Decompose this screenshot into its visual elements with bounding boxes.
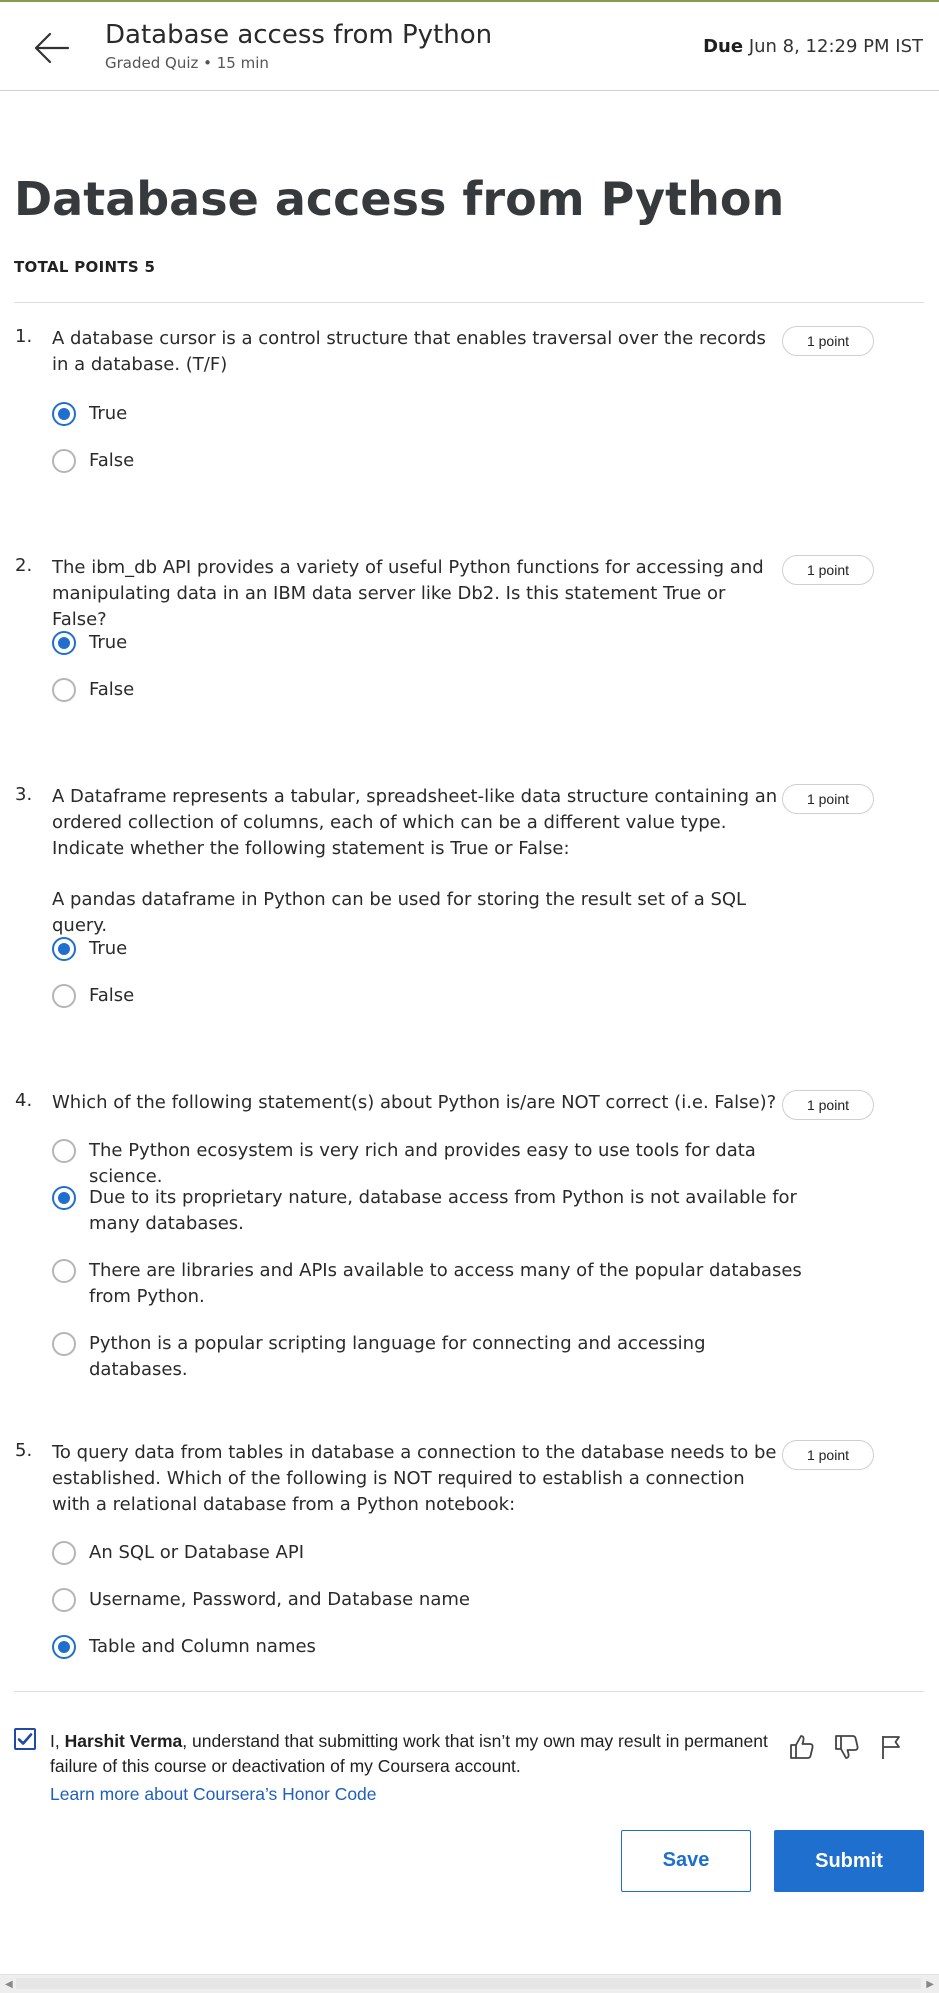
question-statement: A pandas dataframe in Python can be used… (52, 889, 747, 936)
points-badge: 1 point (782, 1440, 874, 1470)
report-flag-button[interactable] (876, 1732, 906, 1762)
scroll-left-arrow-icon[interactable]: ◀ (5, 1979, 13, 1990)
points-badge: 1 point (782, 326, 874, 356)
like-button[interactable] (787, 1732, 817, 1762)
honor-checkbox[interactable] (14, 1728, 36, 1750)
question-number: 1. (15, 326, 33, 347)
honor-statement: I, Harshit Verma, understand that submit… (50, 1729, 790, 1779)
question-text: The ibm_db API provides a variety of use… (52, 557, 764, 630)
page-title: Database access from Python (14, 172, 785, 226)
option-label: True (89, 938, 128, 959)
option-label: Due to its proprietary nature, database … (89, 1187, 797, 1234)
option-label: The Python ecosystem is very rich and pr… (89, 1140, 756, 1187)
thumbs-down-icon (835, 1735, 859, 1759)
option-label: There are libraries and APIs available t… (89, 1260, 802, 1307)
flag-icon (882, 1736, 900, 1759)
question-number: 4. (15, 1090, 33, 1111)
honor-prefix: I, (50, 1731, 65, 1751)
learner-name: Harshit Verma (64, 1731, 183, 1751)
question-text: To query data from tables in database a … (52, 1442, 777, 1515)
radio-button[interactable] (52, 1139, 76, 1163)
question-text: Which of the following statement(s) abou… (52, 1092, 777, 1113)
save-button[interactable]: Save (621, 1830, 751, 1892)
points-badge: 1 point (782, 784, 874, 814)
dislike-button[interactable] (832, 1732, 862, 1762)
radio-button-selected[interactable] (52, 402, 76, 426)
radio-button-selected[interactable] (52, 1635, 76, 1659)
option-label: Python is a popular scripting language f… (89, 1333, 706, 1380)
question-number: 2. (15, 555, 33, 576)
divider (14, 302, 924, 303)
arrow-left-icon (34, 32, 70, 64)
honor-code-link[interactable]: Learn more about Coursera’s Honor Code (50, 1784, 377, 1805)
option-label: False (89, 450, 135, 471)
scroll-right-arrow-icon[interactable]: ▶ (926, 1979, 934, 1990)
question-number: 5. (15, 1440, 33, 1461)
submit-button[interactable]: Submit (774, 1830, 924, 1892)
divider (14, 1691, 924, 1692)
question-text: A database cursor is a control structure… (52, 328, 766, 375)
option-label: An SQL or Database API (89, 1542, 305, 1563)
radio-button[interactable] (52, 1541, 76, 1565)
checkmark-icon (17, 1733, 33, 1745)
due-label: Due (703, 36, 744, 57)
option-label: True (89, 403, 128, 424)
header-subtitle: Graded Quiz • 15 min (105, 54, 269, 72)
radio-button-selected[interactable] (52, 631, 76, 655)
radio-button[interactable] (52, 1332, 76, 1356)
radio-button[interactable] (52, 984, 76, 1008)
radio-button[interactable] (52, 678, 76, 702)
horizontal-scrollbar[interactable]: ◀ ▶ (0, 1974, 939, 1993)
question-text: A Dataframe represents a tabular, spread… (52, 786, 778, 859)
header-title: Database access from Python (105, 20, 493, 50)
question-number: 3. (15, 784, 33, 805)
option-label: False (89, 985, 135, 1006)
option-label: True (89, 632, 128, 653)
due-date: Due Jun 8, 12:29 PM IST (703, 36, 923, 57)
option-label: Table and Column names (89, 1636, 316, 1657)
thumbs-up-icon (790, 1735, 814, 1759)
radio-button[interactable] (52, 1588, 76, 1612)
quiz-header: Database access from Python Graded Quiz … (0, 2, 939, 91)
radio-button[interactable] (52, 449, 76, 473)
scrollbar-thumb[interactable] (16, 1978, 921, 1989)
option-label: False (89, 679, 135, 700)
radio-button[interactable] (52, 1259, 76, 1283)
option-label: Username, Password, and Database name (89, 1589, 470, 1610)
due-value: Jun 8, 12:29 PM IST (748, 36, 923, 57)
back-button[interactable] (30, 28, 74, 68)
radio-button-selected[interactable] (52, 1186, 76, 1210)
total-points: TOTAL POINTS 5 (14, 258, 156, 276)
radio-button-selected[interactable] (52, 937, 76, 961)
points-badge: 1 point (782, 1090, 874, 1120)
points-badge: 1 point (782, 555, 874, 585)
